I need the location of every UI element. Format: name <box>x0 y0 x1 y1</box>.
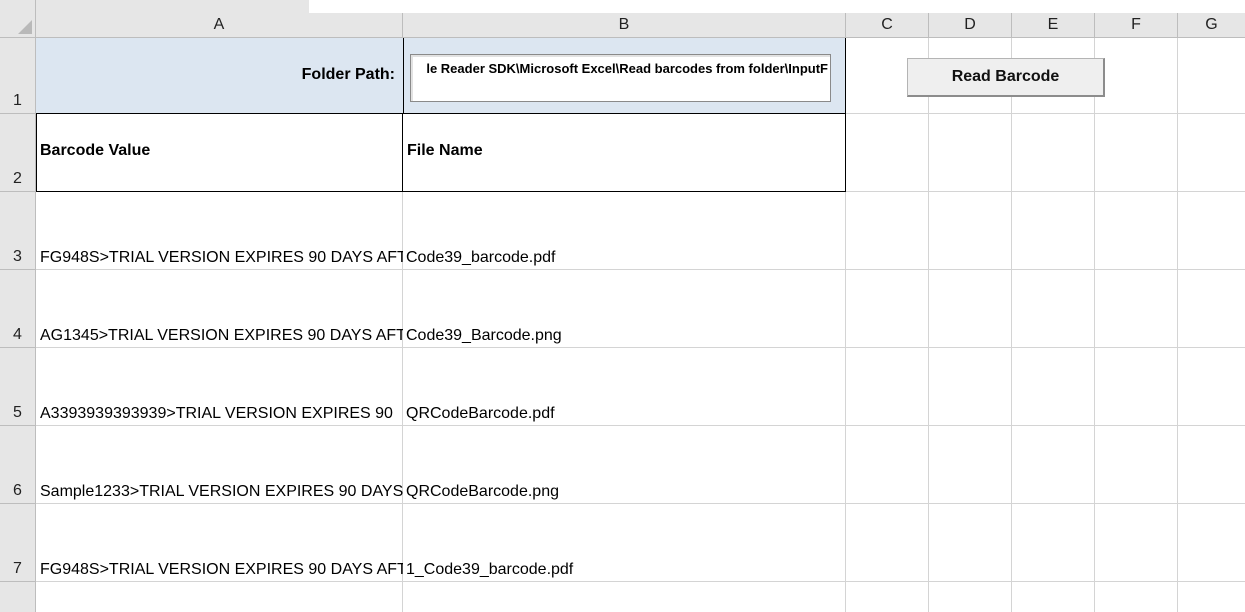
column-header-d[interactable]: D <box>929 13 1012 38</box>
gridline-v <box>1177 38 1178 612</box>
column-header-c[interactable]: C <box>846 13 929 38</box>
row-header-2[interactable]: 2 <box>0 114 36 192</box>
gridline-v <box>1094 38 1095 612</box>
file-name-cell[interactable]: 1_Code39_barcode.pdf <box>403 504 846 582</box>
column-header-e[interactable]: E <box>1012 13 1095 38</box>
folder-path-value: le Reader SDK\Microsoft Excel\Read barco… <box>426 61 828 76</box>
barcode-value-cell[interactable]: AG1345>TRIAL VERSION EXPIRES 90 DAYS AFT… <box>36 270 403 348</box>
column-header-f[interactable]: F <box>1095 13 1178 38</box>
ribbon-edge <box>36 0 309 13</box>
barcode-value-cell[interactable]: FG948S>TRIAL VERSION EXPIRES 90 DAYS AFT… <box>36 504 403 582</box>
row-header-1[interactable]: 1 <box>0 38 36 114</box>
file-name-cell[interactable]: QRCodeBarcode.png <box>403 426 846 504</box>
gridline-v <box>928 38 929 612</box>
gridline-v <box>1011 38 1012 612</box>
file-name-cell[interactable]: Code39_barcode.pdf <box>403 192 846 270</box>
read-barcode-button[interactable]: Read Barcode <box>907 58 1105 97</box>
select-all-corner[interactable] <box>0 0 36 38</box>
select-all-triangle-icon <box>18 20 32 34</box>
barcode-value-header-cell[interactable]: Barcode Value <box>36 113 403 192</box>
barcode-value-cell[interactable]: A3393939393939>TRIAL VERSION EXPIRES 90 <box>36 348 403 426</box>
file-name-cell[interactable]: QRCodeBarcode.pdf <box>403 348 846 426</box>
column-header-b[interactable]: B <box>403 13 846 38</box>
barcode-value-cell[interactable]: FG948S>TRIAL VERSION EXPIRES 90 DAYS AFT… <box>36 192 403 270</box>
row-header-3[interactable]: 3 <box>0 192 36 270</box>
row-header-6[interactable]: 6 <box>0 426 36 504</box>
column-header-g[interactable]: G <box>1178 13 1245 38</box>
row-header-4[interactable]: 4 <box>0 270 36 348</box>
row-header-5[interactable]: 5 <box>0 348 36 426</box>
file-name-cell[interactable]: Code39_Barcode.png <box>403 270 846 348</box>
folder-path-label-cell[interactable]: Folder Path: <box>36 38 403 114</box>
folder-path-input[interactable]: le Reader SDK\Microsoft Excel\Read barco… <box>410 54 831 102</box>
column-header-a[interactable]: A <box>36 13 403 38</box>
barcode-value-cell[interactable]: Sample1233>TRIAL VERSION EXPIRES 90 DAYS <box>36 426 403 504</box>
file-name-header-cell[interactable]: File Name <box>402 113 846 192</box>
row-header-7[interactable]: 7 <box>0 504 36 582</box>
